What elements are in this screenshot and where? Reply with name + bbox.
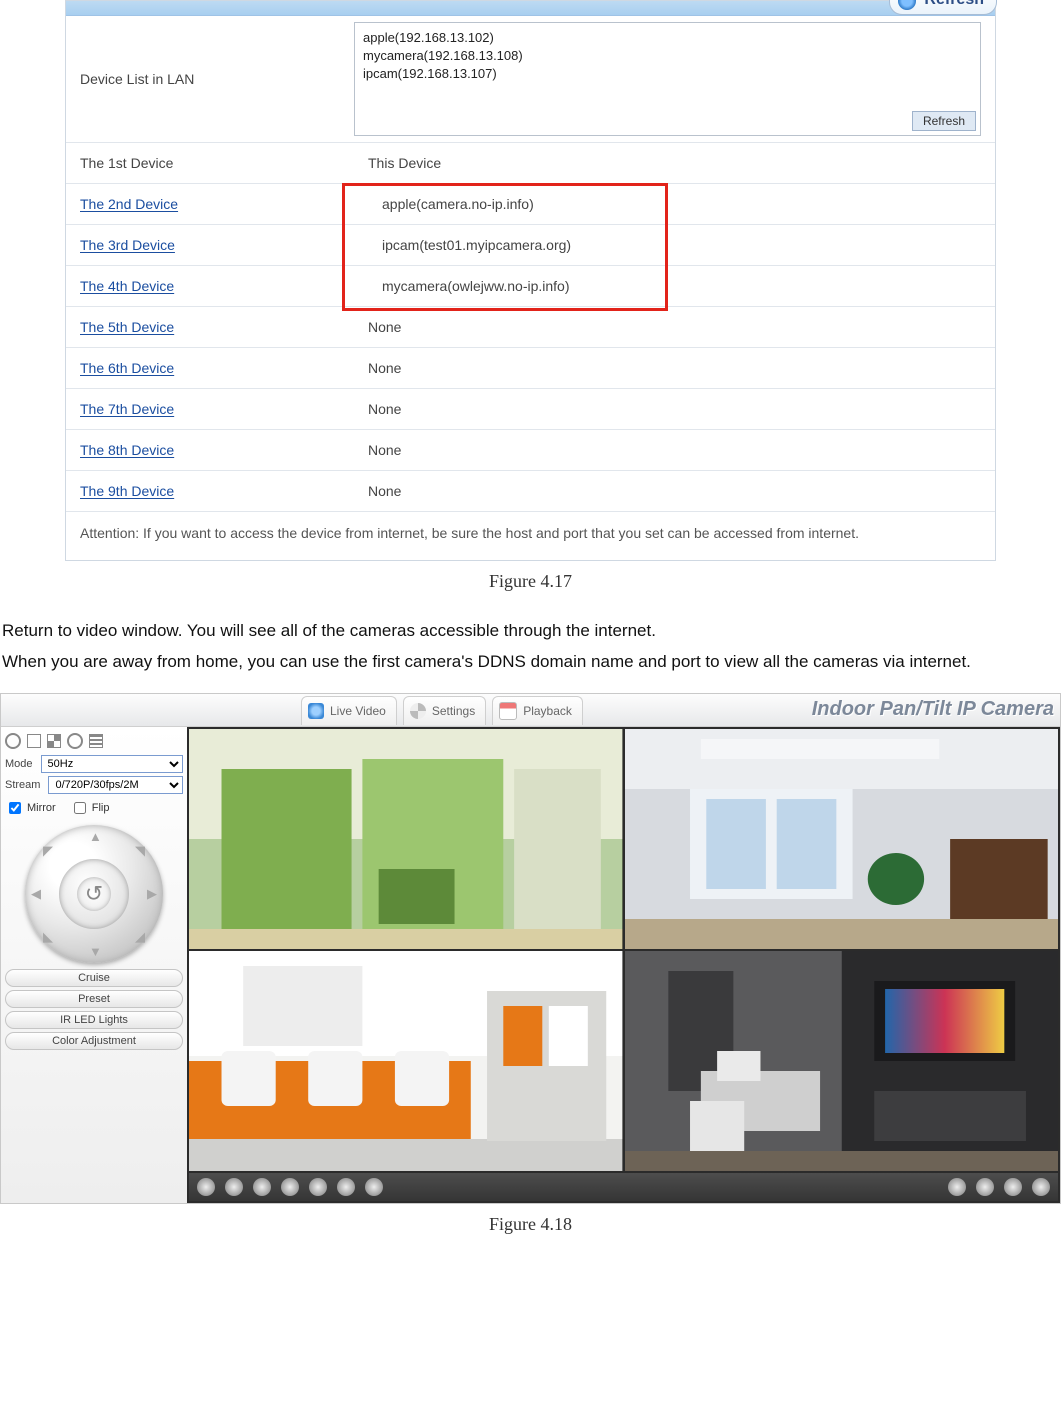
- play-icon[interactable]: [197, 1178, 215, 1196]
- device-label-link[interactable]: The 9th Device: [66, 475, 354, 507]
- ptz-up-icon[interactable]: ▲: [89, 829, 102, 844]
- refresh-button-small[interactable]: Refresh: [912, 111, 976, 131]
- layout-9-icon[interactable]: [89, 734, 103, 748]
- device-row: The 6th DeviceNone: [66, 348, 995, 389]
- cruise-button[interactable]: Cruise: [5, 969, 183, 987]
- device-row: The 1st DeviceThis Device: [66, 143, 995, 184]
- preset-button[interactable]: Preset: [5, 990, 183, 1008]
- ptz-se-icon[interactable]: ◢: [135, 929, 145, 945]
- ptz-left-icon[interactable]: ◀: [31, 886, 41, 902]
- audio-icon[interactable]: [253, 1178, 271, 1196]
- device-value: ipcam(test01.myipcamera.org): [354, 229, 995, 261]
- layout-record-icon[interactable]: [5, 733, 21, 749]
- figure-caption-418: Figure 4.18: [0, 1214, 1061, 1235]
- device-list-label: Device List in LAN: [66, 16, 354, 142]
- layout-picker[interactable]: [5, 733, 183, 749]
- stream-label: Stream: [5, 779, 40, 791]
- layout-4-icon[interactable]: [47, 734, 61, 748]
- layout-1-icon[interactable]: [27, 734, 41, 748]
- device-label-link[interactable]: The 7th Device: [66, 393, 354, 425]
- ptz-nw-icon[interactable]: ◤: [43, 843, 53, 859]
- tab-playback[interactable]: Playback: [492, 696, 583, 725]
- ptz-down-icon[interactable]: ▼: [89, 944, 102, 959]
- video-cell-2[interactable]: [625, 729, 1059, 949]
- live-video-window: Live Video Settings Playback Indoor Pan/…: [0, 693, 1061, 1204]
- device-list-item[interactable]: apple(192.168.13.102): [363, 29, 972, 47]
- tab-settings[interactable]: Settings: [403, 696, 486, 725]
- camera-icon: [308, 703, 324, 719]
- device-row: The 8th DeviceNone: [66, 430, 995, 471]
- flip-label: Flip: [92, 802, 110, 814]
- device-row: The 9th DeviceNone: [66, 471, 995, 512]
- body-paragraph: Return to video window. You will see all…: [2, 618, 1059, 644]
- tab-live-video[interactable]: Live Video: [301, 696, 397, 725]
- brand-title: Indoor Pan/Tilt IP Camera: [812, 698, 1054, 721]
- panel-header-bar: Refresh: [66, 1, 995, 16]
- settings-icon[interactable]: [1004, 1178, 1022, 1196]
- ir-led-lights-button[interactable]: IR LED Lights: [5, 1011, 183, 1029]
- color-adjustment-button[interactable]: Color Adjustment: [5, 1032, 183, 1050]
- device-value: None: [354, 434, 995, 466]
- figure-caption-417: Figure 4.17: [0, 571, 1061, 592]
- stop-icon[interactable]: [225, 1178, 243, 1196]
- device-value: None: [354, 393, 995, 425]
- fullscreen-icon[interactable]: [948, 1178, 966, 1196]
- device-list-row: Device List in LAN apple(192.168.13.102)…: [66, 16, 995, 143]
- device-label-link[interactable]: The 2nd Device: [66, 188, 354, 220]
- mirror-label: Mirror: [27, 802, 56, 814]
- device-value: None: [354, 475, 995, 507]
- ptz-right-icon[interactable]: ▶: [147, 886, 157, 902]
- snapshot-icon[interactable]: [309, 1178, 327, 1196]
- ptz-sw-icon[interactable]: ◣: [43, 929, 53, 945]
- device-label-link[interactable]: The 5th Device: [66, 311, 354, 343]
- calendar-icon: [499, 702, 517, 720]
- attention-text: Attention: If you want to access the dev…: [66, 512, 995, 560]
- device-label-link[interactable]: The 6th Device: [66, 352, 354, 384]
- ptz-control[interactable]: ▲ ▼ ◀ ▶ ◥ ◤ ◢ ◣: [25, 825, 163, 963]
- device-list-box[interactable]: apple(192.168.13.102) mycamera(192.168.1…: [354, 22, 981, 136]
- device-value: apple(camera.no-ip.info): [354, 188, 995, 220]
- device-row: The 2nd Deviceapple(camera.no-ip.info): [66, 184, 995, 225]
- mode-label: Mode: [5, 758, 33, 770]
- stream-select[interactable]: 0/720P/30fps/2M: [48, 776, 183, 794]
- record-icon[interactable]: [337, 1178, 355, 1196]
- device-row: The 5th DeviceNone: [66, 307, 995, 348]
- tab-label: Playback: [523, 704, 572, 718]
- device-label-link[interactable]: The 3rd Device: [66, 229, 354, 261]
- device-list-item[interactable]: ipcam(192.168.13.107): [363, 65, 972, 83]
- multi-device-panel: Refresh Device List in LAN apple(192.168…: [65, 0, 996, 561]
- tab-label: Live Video: [330, 704, 386, 718]
- multiview-icon[interactable]: [976, 1178, 994, 1196]
- video-cell-3[interactable]: [189, 951, 623, 1171]
- body-paragraph: When you are away from home, you can use…: [2, 649, 1059, 675]
- device-value: This Device: [354, 147, 995, 179]
- device-row: The 3rd Deviceipcam(test01.myipcamera.or…: [66, 225, 995, 266]
- video-control-bar: [189, 1173, 1058, 1201]
- device-label-link[interactable]: The 8th Device: [66, 434, 354, 466]
- gear-icon: [410, 703, 426, 719]
- video-cell-1[interactable]: [189, 729, 623, 949]
- device-row: The 4th Devicemycamera(owlejww.no-ip.inf…: [66, 266, 995, 307]
- video-grid: [187, 727, 1060, 1203]
- device-value: None: [354, 352, 995, 384]
- flip-checkbox[interactable]: Flip: [70, 799, 110, 817]
- mirror-checkbox[interactable]: Mirror: [5, 799, 56, 817]
- mode-select[interactable]: 50Hz: [41, 755, 183, 773]
- side-panel: Mode 50Hz Stream 0/720P/30fps/2M Mirror …: [1, 727, 187, 1203]
- layout-option-icon[interactable]: [67, 733, 83, 749]
- device-label-link[interactable]: The 4th Device: [66, 270, 354, 302]
- device-row: The 7th DeviceNone: [66, 389, 995, 430]
- device-list-item[interactable]: mycamera(192.168.13.108): [363, 47, 972, 65]
- tab-label: Settings: [432, 704, 475, 718]
- video-cell-4[interactable]: [625, 951, 1059, 1171]
- device-value: mycamera(owlejww.no-ip.info): [354, 270, 995, 302]
- device-label: The 1st Device: [66, 147, 354, 179]
- mic-icon[interactable]: [281, 1178, 299, 1196]
- refresh-button-top[interactable]: Refresh: [889, 0, 997, 15]
- extra-icon[interactable]: [365, 1178, 383, 1196]
- close-icon[interactable]: [1032, 1178, 1050, 1196]
- device-value: None: [354, 311, 995, 343]
- ptz-ne-icon[interactable]: ◥: [135, 843, 145, 859]
- top-nav: Live Video Settings Playback Indoor Pan/…: [1, 694, 1060, 727]
